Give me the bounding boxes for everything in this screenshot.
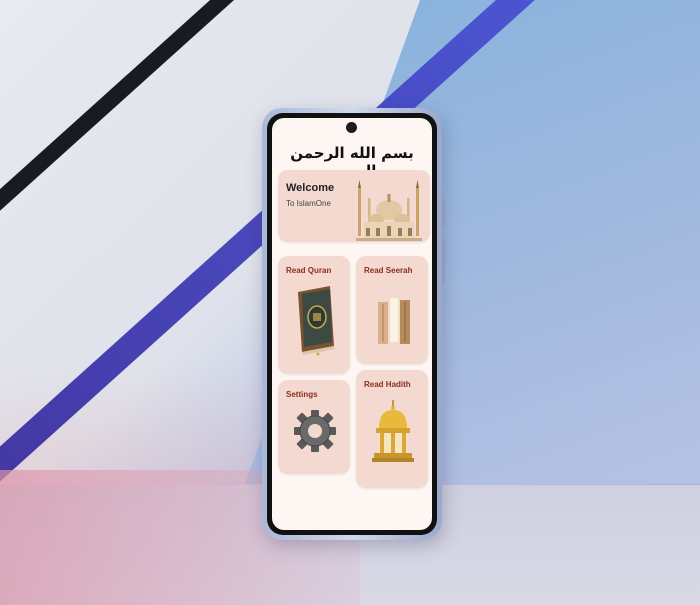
read-quran-card[interactable]: Read Quran: [278, 256, 350, 374]
lantern-dome-icon: [372, 400, 414, 462]
read-seerah-label: Read Seerah: [364, 266, 413, 275]
gear-icon: [294, 410, 336, 452]
phone-power-button: [442, 198, 445, 226]
welcome-card[interactable]: Welcome To IslamOne: [278, 170, 430, 242]
read-hadith-label: Read Hadith: [364, 380, 411, 389]
mosque-icon: [356, 180, 422, 241]
quran-book-icon: [298, 286, 335, 356]
settings-card[interactable]: Settings: [278, 380, 350, 474]
front-camera: [346, 122, 357, 133]
books-icon: [378, 296, 410, 344]
read-hadith-card[interactable]: Read Hadith: [356, 370, 428, 488]
read-quran-label: Read Quran: [286, 266, 332, 275]
welcome-subtitle: To IslamOne: [286, 199, 331, 208]
welcome-title: Welcome: [286, 182, 335, 194]
phone-bezel: بسم الله الرحمن الرحيم Welcome To IslamO…: [267, 113, 437, 535]
app-screen: بسم الله الرحمن الرحيم Welcome To IslamO…: [272, 118, 432, 530]
phone-device: بسم الله الرحمن الرحيم Welcome To IslamO…: [262, 108, 445, 540]
settings-label: Settings: [286, 390, 318, 399]
phone-volume-button: [442, 238, 445, 284]
read-seerah-card[interactable]: Read Seerah: [356, 256, 428, 364]
